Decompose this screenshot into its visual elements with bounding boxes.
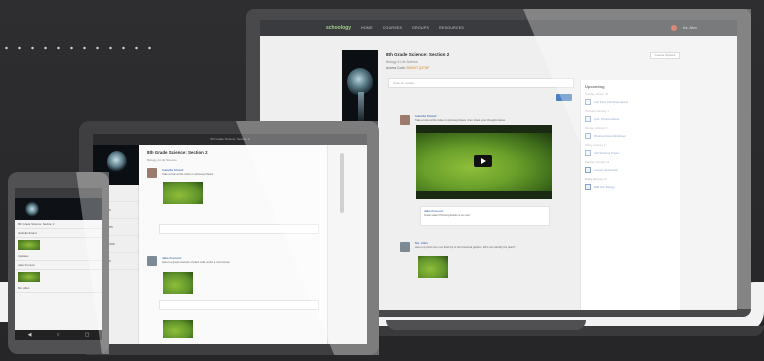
quiz-icon — [585, 116, 591, 122]
group-cover-image — [342, 50, 378, 130]
tablet-right-rail — [327, 145, 367, 344]
post-image[interactable] — [18, 272, 40, 282]
assignment-icon — [585, 99, 591, 105]
group-title: 8th Grade Science: Section 2 — [147, 150, 208, 155]
group-cover-image — [15, 198, 102, 220]
jellyfish-image — [107, 151, 127, 173]
upcoming-item[interactable]: Lecture: Respiration — [585, 167, 676, 173]
post-author[interactable]: Jake Frenson — [15, 261, 102, 270]
lecture-icon — [585, 167, 591, 173]
upcoming-item[interactable]: Unit Test: Biology — [585, 184, 676, 190]
recent-apps-icon[interactable]: ▢ — [85, 332, 90, 338]
post-button[interactable] — [556, 94, 572, 101]
back-icon[interactable]: ◀ — [28, 332, 32, 338]
post-header: Isabella Strand Take a look at this vide… — [159, 166, 319, 180]
post-image[interactable] — [18, 240, 40, 250]
upcoming-item-label: Quiz: Photosynthesis — [594, 117, 620, 121]
nav-courses[interactable]: COURSES — [383, 26, 402, 30]
app-logo[interactable]: schoology — [326, 25, 351, 31]
upcoming-date: Tuesday, February 13 — [585, 161, 610, 164]
group-subtitle: Biology & Life Science — [386, 60, 418, 64]
assignment-icon — [585, 133, 591, 139]
upcoming-date: Friday, February 16 — [585, 178, 607, 181]
upcoming-item-label: Lab: Plant Cell Observations — [594, 100, 629, 104]
play-icon[interactable] — [474, 155, 492, 167]
post-image[interactable] — [163, 272, 193, 294]
phone-nav-bar: ◀ ○ ▢ — [15, 330, 102, 340]
upcoming-item-label: Photosynthesis Worksheet — [594, 134, 626, 138]
test-icon — [585, 184, 591, 190]
avatar — [400, 115, 410, 125]
home-icon[interactable]: ○ — [57, 332, 60, 338]
nav-resources[interactable]: RESOURCES — [439, 26, 464, 30]
post-header: Isabella Strand Take a look at this vide… — [412, 112, 562, 122]
upcoming-date: Thursday, February 1 — [585, 110, 609, 113]
tablet-screen: 8th Grade Science: Section 2 Updates Mem… — [93, 134, 367, 344]
upcoming-date: Tuesday, January 30 — [585, 93, 609, 96]
avatar — [147, 256, 157, 266]
post-header: Ms. Allen Here's a photo from our field … — [412, 239, 572, 251]
post-text: Take a look at this video on photosynthe… — [162, 173, 214, 176]
course-options-button[interactable]: Course Options — [650, 52, 680, 59]
upcoming-item[interactable]: Quiz: Photosynthesis — [585, 116, 676, 122]
group-title: 8th Grade Science: Section 2 — [386, 52, 450, 57]
laptop-lip — [386, 320, 586, 330]
phone-screen: Groups 8th Grade Science: Section 2 Isab… — [15, 188, 102, 340]
comment: Jake Frenson Great video! Photosynthesis… — [420, 206, 550, 226]
notification-icon[interactable] — [670, 25, 677, 31]
post-text: Here's a great example of plant cells un… — [162, 261, 231, 264]
upcoming-date: Monday, February 5 — [585, 127, 608, 130]
user-menu[interactable]: Ms. Allen — [683, 26, 697, 30]
jellyfish-image — [25, 201, 39, 217]
post-image[interactable] — [163, 320, 193, 338]
post-author[interactable]: Ms. Allen — [15, 284, 102, 293]
nav-groups[interactable]: GROUPS — [412, 26, 429, 30]
video-player[interactable] — [416, 125, 552, 199]
phone: Groups 8th Grade Science: Section 2 Isab… — [8, 172, 109, 354]
upcoming-item[interactable]: Cell Structure Project — [585, 150, 676, 156]
tablet-header-bar: 8th Grade Science: Section 2 — [93, 134, 367, 145]
post-line: Updates — [15, 252, 102, 261]
upcoming-panel: Upcoming Tuesday, January 30 Lab: Plant … — [580, 80, 680, 310]
upcoming-item[interactable]: Lab: Plant Cell Observations — [585, 99, 676, 105]
device-showcase: schoology HOME COURSES GROUPS RESOURCES … — [0, 0, 764, 361]
post-author[interactable]: Isabella Strand — [15, 229, 102, 238]
dot-line-decoration — [0, 46, 160, 50]
nav-home[interactable]: HOME — [361, 26, 373, 30]
upcoming-item-label: Cell Structure Project — [594, 151, 620, 155]
tablet-header-title: 8th Grade Science: Section 2 — [210, 137, 250, 141]
post-text: Here's a photo from our field trip to th… — [415, 246, 516, 249]
comment-box[interactable] — [159, 300, 319, 310]
post-text: Take a look at this video on photosynthe… — [415, 119, 506, 122]
avatar — [147, 168, 157, 178]
field-trip-photo[interactable] — [418, 256, 448, 278]
upcoming-item-label: Lecture: Respiration — [594, 168, 619, 172]
upcoming-date: Friday, February 9 — [585, 144, 606, 147]
comment-box[interactable] — [159, 224, 319, 234]
project-icon — [585, 150, 591, 156]
upcoming-item-label: Unit Test: Biology — [594, 185, 615, 189]
access-code-value: BWXKT-Q3TNP — [406, 66, 430, 70]
update-input[interactable]: Write an update... — [388, 78, 574, 88]
post-header: Jake Frenson Here's a great example of p… — [159, 254, 319, 268]
tablet: 8th Grade Science: Section 2 Updates Mem… — [79, 121, 379, 355]
group-subtitle: Biology & Life Science — [147, 158, 177, 162]
phone-header-bar: Groups — [15, 188, 102, 202]
group-title: 8th Grade Science: Section 2 — [15, 220, 102, 229]
upcoming-item[interactable]: Photosynthesis Worksheet — [585, 133, 676, 139]
top-navigation: schoology HOME COURSES GROUPS RESOURCES … — [260, 20, 737, 36]
avatar — [400, 242, 410, 252]
scrollbar[interactable] — [340, 153, 344, 213]
post-image[interactable] — [163, 182, 203, 204]
comment-text: Great video! Photosynthesis is so cool. — [424, 214, 471, 217]
access-code-label: Access Code: — [386, 66, 406, 70]
upcoming-title: Upcoming — [585, 84, 605, 89]
access-code: Access Code: BWXKT-Q3TNP — [386, 66, 429, 70]
